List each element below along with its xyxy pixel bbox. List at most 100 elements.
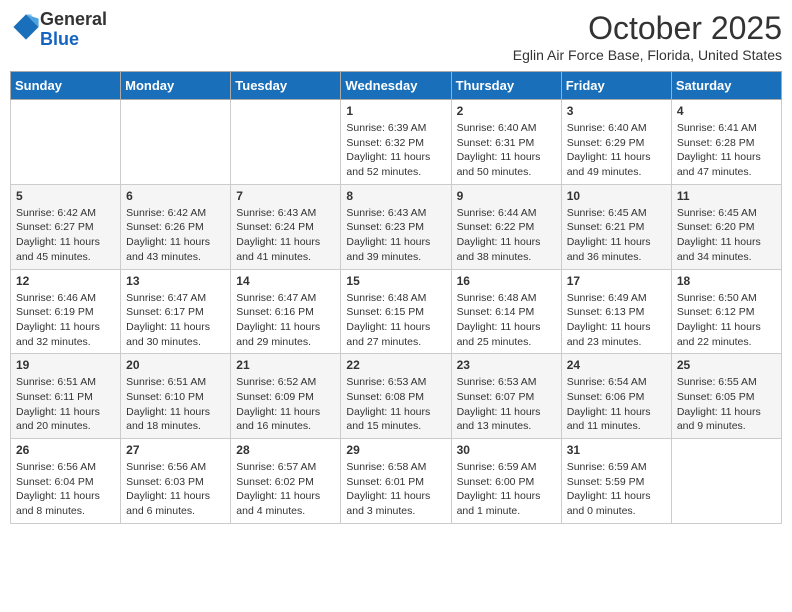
calendar-cell: 20 Sunrise: 6:51 AMSunset: 6:10 PMDayligh… bbox=[121, 354, 231, 439]
weekday-header: Monday bbox=[121, 72, 231, 100]
page-header: General Blue October 2025 Eglin Air Forc… bbox=[10, 10, 782, 63]
day-info: Sunrise: 6:40 AMSunset: 6:29 PMDaylight:… bbox=[567, 121, 666, 180]
day-info: Sunrise: 6:57 AMSunset: 6:02 PMDaylight:… bbox=[236, 460, 335, 519]
day-info: Sunrise: 6:55 AMSunset: 6:05 PMDaylight:… bbox=[677, 375, 776, 434]
calendar-cell: 25 Sunrise: 6:55 AMSunset: 6:05 PMDayligh… bbox=[671, 354, 781, 439]
calendar-cell: 19 Sunrise: 6:51 AMSunset: 6:11 PMDayligh… bbox=[11, 354, 121, 439]
day-info: Sunrise: 6:56 AMSunset: 6:03 PMDaylight:… bbox=[126, 460, 225, 519]
calendar-cell: 24 Sunrise: 6:54 AMSunset: 6:06 PMDayligh… bbox=[561, 354, 671, 439]
day-number: 20 bbox=[126, 358, 225, 372]
day-number: 26 bbox=[16, 443, 115, 457]
calendar-week-row: 26 Sunrise: 6:56 AMSunset: 6:04 PMDayligh… bbox=[11, 439, 782, 524]
day-info: Sunrise: 6:52 AMSunset: 6:09 PMDaylight:… bbox=[236, 375, 335, 434]
day-info: Sunrise: 6:53 AMSunset: 6:08 PMDaylight:… bbox=[346, 375, 445, 434]
day-info: Sunrise: 6:44 AMSunset: 6:22 PMDaylight:… bbox=[457, 206, 556, 265]
day-info: Sunrise: 6:41 AMSunset: 6:28 PMDaylight:… bbox=[677, 121, 776, 180]
weekday-header: Wednesday bbox=[341, 72, 451, 100]
calendar-cell: 31Sunrise: 6:59 AMSunset: 5:59 PMDayligh… bbox=[561, 439, 671, 524]
calendar-cell: 11 Sunrise: 6:45 AMSunset: 6:20 PMDayligh… bbox=[671, 184, 781, 269]
day-number: 29 bbox=[346, 443, 445, 457]
calendar-cell: 14 Sunrise: 6:47 AMSunset: 6:16 PMDayligh… bbox=[231, 269, 341, 354]
day-number: 24 bbox=[567, 358, 666, 372]
logo-icon bbox=[12, 13, 40, 41]
calendar-cell bbox=[231, 100, 341, 185]
calendar-cell: 29 Sunrise: 6:58 AMSunset: 6:01 PMDayligh… bbox=[341, 439, 451, 524]
calendar-cell bbox=[121, 100, 231, 185]
day-info: Sunrise: 6:48 AMSunset: 6:15 PMDaylight:… bbox=[346, 291, 445, 350]
calendar-table: SundayMondayTuesdayWednesdayThursdayFrid… bbox=[10, 71, 782, 524]
calendar-cell: 21 Sunrise: 6:52 AMSunset: 6:09 PMDayligh… bbox=[231, 354, 341, 439]
calendar-cell: 7 Sunrise: 6:43 AMSunset: 6:24 PMDaylight… bbox=[231, 184, 341, 269]
calendar-cell: 13 Sunrise: 6:47 AMSunset: 6:17 PMDayligh… bbox=[121, 269, 231, 354]
calendar-cell: 30Sunrise: 6:59 AMSunset: 6:00 PMDayligh… bbox=[451, 439, 561, 524]
day-number: 1 bbox=[346, 104, 445, 118]
day-number: 17 bbox=[567, 274, 666, 288]
calendar-cell: 18 Sunrise: 6:50 AMSunset: 6:12 PMDayligh… bbox=[671, 269, 781, 354]
day-number: 19 bbox=[16, 358, 115, 372]
day-number: 21 bbox=[236, 358, 335, 372]
day-number: 23 bbox=[457, 358, 556, 372]
weekday-header: Sunday bbox=[11, 72, 121, 100]
day-number: 14 bbox=[236, 274, 335, 288]
day-info: Sunrise: 6:53 AMSunset: 6:07 PMDaylight:… bbox=[457, 375, 556, 434]
calendar-cell: 1 Sunrise: 6:39 AMSunset: 6:32 PMDaylight… bbox=[341, 100, 451, 185]
day-info: Sunrise: 6:49 AMSunset: 6:13 PMDaylight:… bbox=[567, 291, 666, 350]
calendar-cell: 23 Sunrise: 6:53 AMSunset: 6:07 PMDayligh… bbox=[451, 354, 561, 439]
day-info: Sunrise: 6:40 AMSunset: 6:31 PMDaylight:… bbox=[457, 121, 556, 180]
day-info: Sunrise: 6:46 AMSunset: 6:19 PMDaylight:… bbox=[16, 291, 115, 350]
calendar-cell: 28 Sunrise: 6:57 AMSunset: 6:02 PMDayligh… bbox=[231, 439, 341, 524]
day-number: 13 bbox=[126, 274, 225, 288]
day-number: 5 bbox=[16, 189, 115, 203]
day-info: Sunrise: 6:58 AMSunset: 6:01 PMDaylight:… bbox=[346, 460, 445, 519]
day-info: Sunrise: 6:43 AMSunset: 6:23 PMDaylight:… bbox=[346, 206, 445, 265]
day-info: Sunrise: 6:39 AMSunset: 6:32 PMDaylight:… bbox=[346, 121, 445, 180]
day-info: Sunrise: 6:48 AMSunset: 6:14 PMDaylight:… bbox=[457, 291, 556, 350]
day-info: Sunrise: 6:43 AMSunset: 6:24 PMDaylight:… bbox=[236, 206, 335, 265]
day-number: 22 bbox=[346, 358, 445, 372]
day-number: 10 bbox=[567, 189, 666, 203]
calendar-cell bbox=[671, 439, 781, 524]
logo-general: General bbox=[40, 9, 107, 29]
calendar-cell: 6 Sunrise: 6:42 AMSunset: 6:26 PMDaylight… bbox=[121, 184, 231, 269]
day-number: 8 bbox=[346, 189, 445, 203]
day-number: 7 bbox=[236, 189, 335, 203]
day-number: 25 bbox=[677, 358, 776, 372]
day-number: 18 bbox=[677, 274, 776, 288]
day-info: Sunrise: 6:42 AMSunset: 6:27 PMDaylight:… bbox=[16, 206, 115, 265]
day-number: 9 bbox=[457, 189, 556, 203]
calendar-cell: 5 Sunrise: 6:42 AMSunset: 6:27 PMDaylight… bbox=[11, 184, 121, 269]
day-info: Sunrise: 6:47 AMSunset: 6:17 PMDaylight:… bbox=[126, 291, 225, 350]
weekday-header-row: SundayMondayTuesdayWednesdayThursdayFrid… bbox=[11, 72, 782, 100]
weekday-header: Tuesday bbox=[231, 72, 341, 100]
day-number: 4 bbox=[677, 104, 776, 118]
day-info: Sunrise: 6:54 AMSunset: 6:06 PMDaylight:… bbox=[567, 375, 666, 434]
day-number: 11 bbox=[677, 189, 776, 203]
day-number: 31 bbox=[567, 443, 666, 457]
day-info: Sunrise: 6:51 AMSunset: 6:10 PMDaylight:… bbox=[126, 375, 225, 434]
calendar-cell: 22 Sunrise: 6:53 AMSunset: 6:08 PMDayligh… bbox=[341, 354, 451, 439]
day-info: Sunrise: 6:42 AMSunset: 6:26 PMDaylight:… bbox=[126, 206, 225, 265]
day-number: 12 bbox=[16, 274, 115, 288]
day-number: 15 bbox=[346, 274, 445, 288]
calendar-cell: 27 Sunrise: 6:56 AMSunset: 6:03 PMDayligh… bbox=[121, 439, 231, 524]
day-info: Sunrise: 6:59 AMSunset: 6:00 PMDaylight:… bbox=[457, 460, 556, 519]
day-info: Sunrise: 6:45 AMSunset: 6:20 PMDaylight:… bbox=[677, 206, 776, 265]
day-info: Sunrise: 6:56 AMSunset: 6:04 PMDaylight:… bbox=[16, 460, 115, 519]
calendar-cell: 8 Sunrise: 6:43 AMSunset: 6:23 PMDaylight… bbox=[341, 184, 451, 269]
calendar-week-row: 5 Sunrise: 6:42 AMSunset: 6:27 PMDaylight… bbox=[11, 184, 782, 269]
day-info: Sunrise: 6:45 AMSunset: 6:21 PMDaylight:… bbox=[567, 206, 666, 265]
day-info: Sunrise: 6:47 AMSunset: 6:16 PMDaylight:… bbox=[236, 291, 335, 350]
day-number: 6 bbox=[126, 189, 225, 203]
day-number: 27 bbox=[126, 443, 225, 457]
title-block: October 2025 Eglin Air Force Base, Flori… bbox=[513, 10, 782, 63]
calendar-cell: 26 Sunrise: 6:56 AMSunset: 6:04 PMDayligh… bbox=[11, 439, 121, 524]
day-number: 2 bbox=[457, 104, 556, 118]
day-info: Sunrise: 6:51 AMSunset: 6:11 PMDaylight:… bbox=[16, 375, 115, 434]
day-info: Sunrise: 6:50 AMSunset: 6:12 PMDaylight:… bbox=[677, 291, 776, 350]
calendar-title: October 2025 bbox=[513, 10, 782, 47]
weekday-header: Saturday bbox=[671, 72, 781, 100]
calendar-subtitle: Eglin Air Force Base, Florida, United St… bbox=[513, 47, 782, 63]
calendar-cell: 3Sunrise: 6:40 AMSunset: 6:29 PMDaylight… bbox=[561, 100, 671, 185]
day-number: 28 bbox=[236, 443, 335, 457]
logo-blue: Blue bbox=[40, 29, 79, 49]
